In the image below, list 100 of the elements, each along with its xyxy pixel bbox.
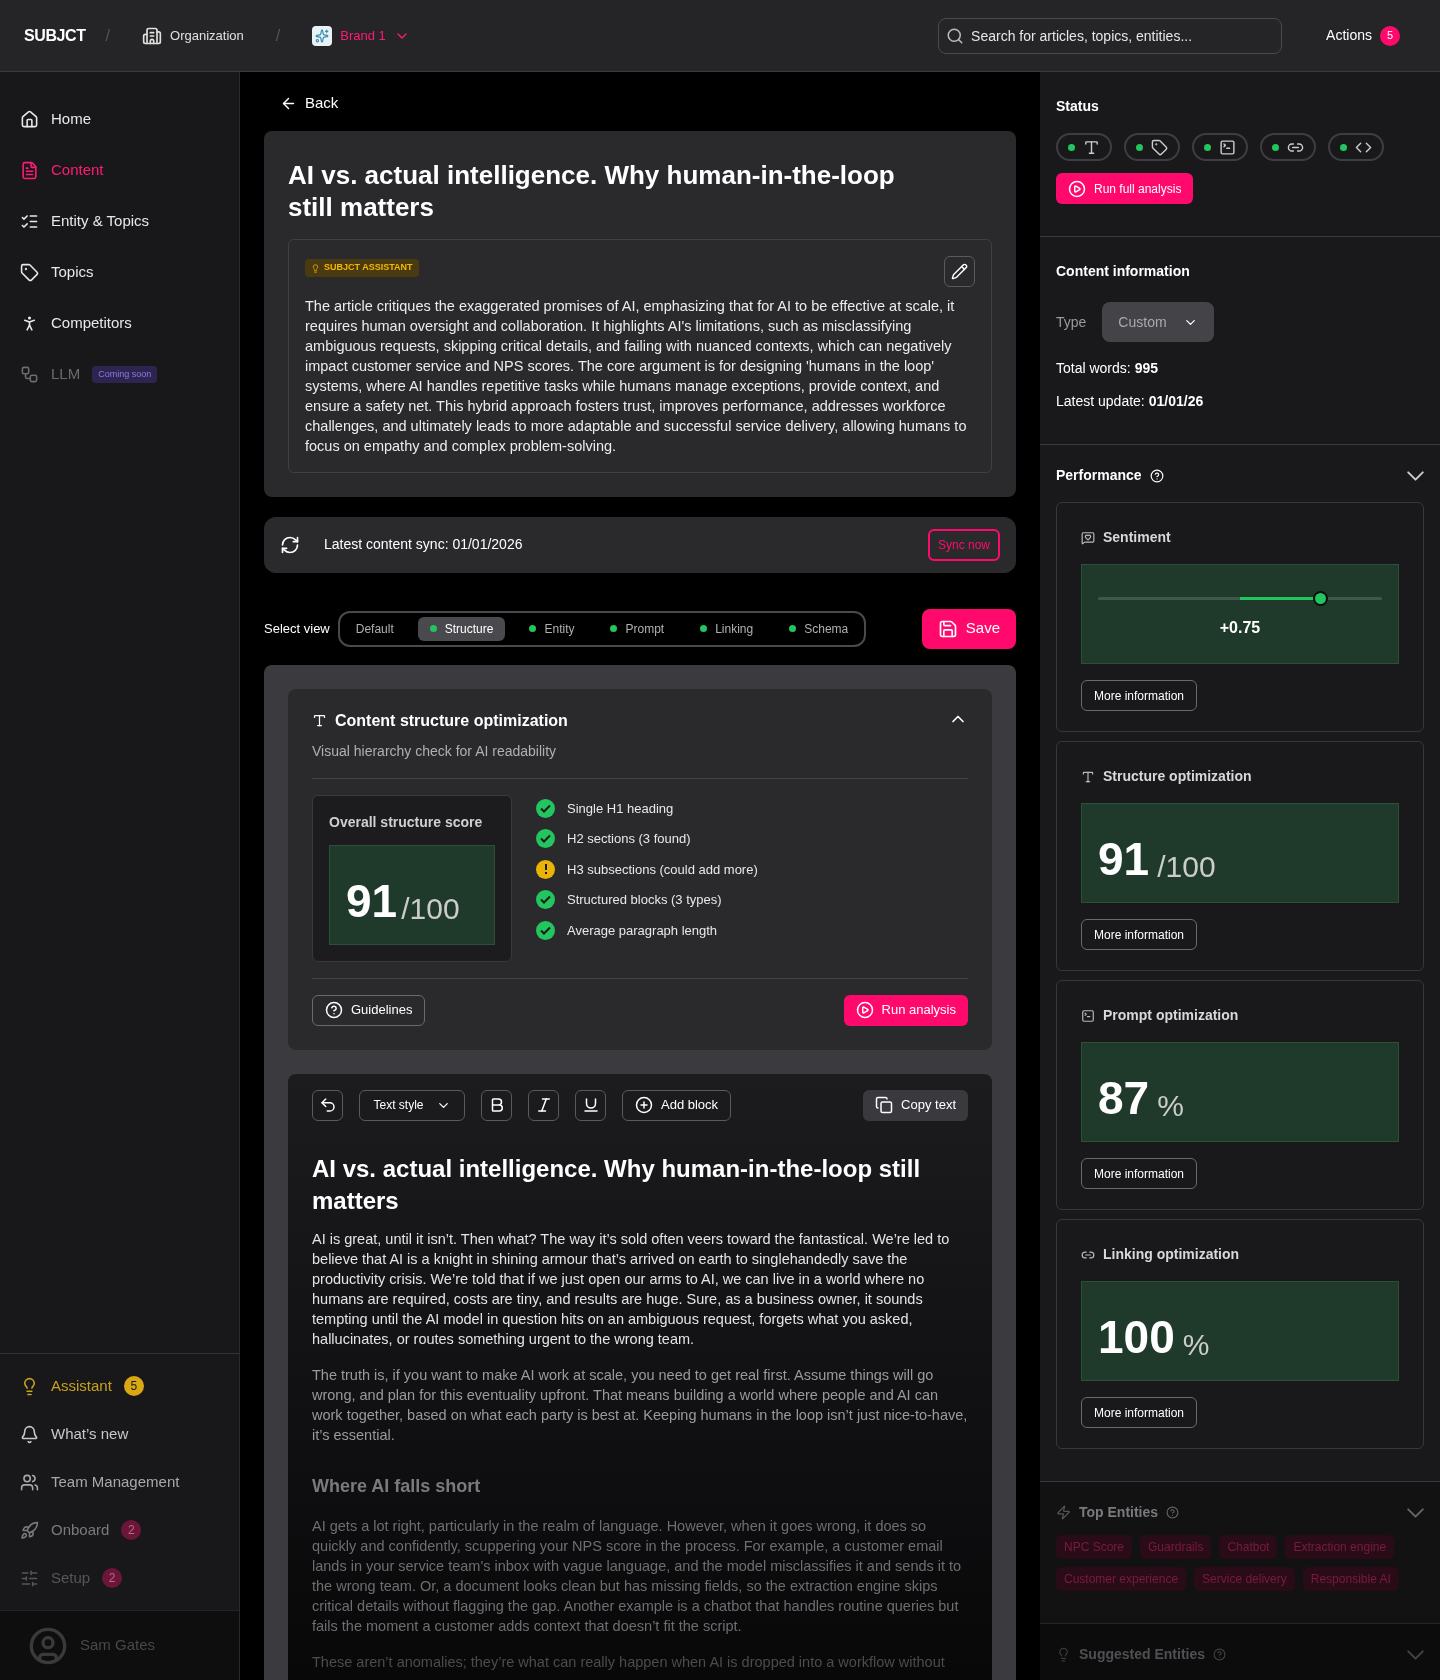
nav-item[interactable]: Topics: [0, 249, 239, 296]
expand-button[interactable]: [1407, 1507, 1424, 1518]
help-icon: [1166, 1506, 1180, 1519]
view-tab[interactable]: Default: [343, 616, 406, 641]
play-icon: [1068, 179, 1086, 198]
guidelines-button[interactable]: Guidelines: [312, 994, 426, 1026]
status-chip[interactable]: [1056, 133, 1112, 161]
terminal-icon: [1219, 138, 1236, 156]
rocket-icon: [20, 1520, 39, 1540]
type-dropdown[interactable]: Custom: [1102, 302, 1214, 342]
undo-button[interactable]: [312, 1089, 343, 1121]
document-icon: [20, 161, 39, 180]
score-unit: %: [1157, 1091, 1184, 1121]
more-information-button[interactable]: More information: [1081, 1397, 1198, 1428]
entity-tag: Guardrails: [1140, 1535, 1212, 1559]
collapse-button[interactable]: [1407, 470, 1424, 481]
status-chip[interactable]: [1124, 133, 1180, 161]
help-icon: [1213, 1648, 1227, 1661]
article-heading: Where AI falls short: [312, 1474, 482, 1498]
check-label: Average paragraph length: [567, 921, 718, 940]
entity-tag: Service delivery: [1194, 1567, 1295, 1591]
performance-title: Performance: [1056, 466, 1142, 485]
check-label: Single H1 heading: [567, 799, 674, 818]
view-tab[interactable]: Prompt: [598, 616, 677, 641]
update-label: Latest update:: [1056, 392, 1145, 411]
lightbulb-icon: [1056, 1647, 1071, 1662]
entity-tag: Chatbot: [1219, 1535, 1278, 1559]
nav-item[interactable]: Competitors: [0, 300, 239, 347]
score-unit: /100: [1157, 852, 1216, 882]
nav-item[interactable]: Onboard 2: [0, 1506, 239, 1554]
words-label: Total words:: [1056, 359, 1131, 378]
text-style-dropdown[interactable]: Text style: [359, 1089, 465, 1121]
more-information-button[interactable]: More information: [1081, 1158, 1198, 1189]
summary-text: The article critiques the exaggerated promises of AI, emphasizing that for AI to be effective at scale, it requires human oversight and collaboration. It highlights AI's limitations, such as misclassifying ambiguous requests, skipping critical details, and failing with nuanced contexts, which can negatively impact customer service and NPS scores. The core argument is for designing 'humans in the loop' systems, where AI handles repetitive tasks while humans manage exceptions, provide context, and ensure a safety net. This hybrid approach fosters trust, improves performance, addresses workforce challenges, and ultimately leads to more adaptable and successful service delivery, allowing humans to focus on empathy and complex problem-solving.: [305, 296, 968, 456]
heart-chat-icon: [1081, 530, 1095, 545]
status-title: Status: [1056, 97, 1100, 116]
run-full-analysis-button[interactable]: Run full analysis: [1056, 173, 1194, 204]
people-icon: [20, 1472, 39, 1492]
view-tab[interactable]: Linking: [688, 616, 766, 641]
status-chip[interactable]: [1260, 133, 1316, 161]
view-tab[interactable]: Entity: [517, 616, 587, 641]
metric-title: Linking optimization: [1103, 1245, 1240, 1264]
breadcrumb-separator: /: [105, 25, 111, 46]
run-analysis-button[interactable]: Run analysis: [843, 994, 968, 1026]
more-information-button[interactable]: More information: [1081, 919, 1198, 950]
check-label: H2 sections (3 found): [567, 830, 691, 848]
count-badge: 5: [1380, 25, 1400, 46]
sync-now-button[interactable]: Sync now: [927, 528, 1000, 561]
underline-button[interactable]: [575, 1089, 606, 1121]
text-square-icon: [312, 713, 327, 728]
status-chip[interactable]: [1192, 133, 1248, 161]
chevron-down-icon: [1407, 470, 1424, 481]
nav-item[interactable]: Team Management: [0, 1458, 239, 1506]
count-badge: 2: [121, 1520, 142, 1540]
score-value: 87: [1098, 1075, 1150, 1121]
user-name: Sam Gates: [80, 1635, 156, 1656]
search-field[interactable]: Search for articles, topics, entities...: [938, 17, 1283, 54]
underline-icon: [581, 1096, 600, 1114]
score-value: 100: [1098, 1314, 1175, 1360]
brand-dropdown[interactable]: Brand 1: [312, 25, 410, 46]
article-paragraph: AI is great, until it isn’t. Then what? The way it’s sold often veers toward the fantastical. We’re led to believe that AI is a knight in shining armour that’s arrived on earth to singlehandedly save the productivity crisis. We’re told that if we just open our arms to AI, we can live in a world where no humans are required, costs are tiny, and results are huge. Sure, as a business owner, it sounds tempting until the AI model in question hits on an ambiguous request, forgets what you asked, hallucinates, or routes something urgent to the wrong team.: [312, 1229, 951, 1349]
undo-icon: [318, 1096, 337, 1114]
more-information-button[interactable]: More information: [1081, 680, 1198, 711]
assistant-badge: SUBJCT ASSISTANT: [305, 259, 419, 277]
nav-item[interactable]: Home: [0, 96, 239, 143]
back-link[interactable]: Back: [264, 92, 355, 115]
refresh-icon: [280, 534, 300, 555]
bold-button[interactable]: [481, 1089, 512, 1121]
italic-button[interactable]: [528, 1089, 559, 1121]
score-unit: %: [1182, 1330, 1210, 1360]
article-paragraph: The truth is, if you want to make AI work at scale, you need to get real first. Assume things will go wrong, and plan for this eventuality upfront. That means building a world where people and AI can work together, based on what each party is best at. Keeping humans in the loop isn’t just nice-to-have, it’s essential.: [312, 1365, 968, 1445]
organization-link[interactable]: Organization: [142, 25, 244, 46]
network-icon: [20, 365, 39, 384]
copy-text-button[interactable]: Copy text: [863, 1089, 968, 1121]
status-chip[interactable]: [1328, 133, 1384, 161]
count-badge: 2: [102, 1568, 123, 1588]
view-tab[interactable]: Structure: [417, 616, 506, 641]
help-icon: [325, 1001, 343, 1019]
text-square-icon: [1083, 138, 1100, 156]
view-tab[interactable]: Schema: [777, 616, 861, 641]
save-button[interactable]: Save: [921, 608, 1016, 649]
actions-button[interactable]: Actions 5: [1326, 25, 1400, 46]
lightning-icon: [1056, 1505, 1071, 1520]
play-icon: [855, 1001, 874, 1019]
type-label: Type: [1056, 312, 1087, 332]
check-label: Structured blocks (3 types): [567, 891, 722, 909]
nav-item[interactable]: What’s new: [0, 1410, 239, 1458]
nav-item[interactable]: Entity & Topics: [0, 198, 239, 245]
nav-item[interactable]: Content: [0, 147, 239, 194]
score-value: 91: [346, 877, 398, 924]
logo[interactable]: SUBJCT: [24, 23, 86, 48]
slider-thumb[interactable]: [1312, 591, 1328, 606]
article-title: AI vs. actual intelligence. Why human-in-the-loop still matters: [288, 158, 896, 223]
article-paragraph: AI gets a lot right, particularly in the realm of language. However, when it goes wrong, it does so quickly and confidently, scuppering your NPS score in the process. For example, a customer email lands in your service team's inbox with vague language, and the model misclassifies it and sends it to the wrong team. Or, a document looks clean but has missing fields, so the extraction engine skips critical details without flagging the gap. Another example is a chatbot that handles routine queries but fails the moment a customer adds context that doesn’t fit the script.: [312, 1516, 963, 1636]
metric-title: Prompt optimization: [1103, 1006, 1239, 1025]
add-block-button[interactable]: Add block: [622, 1089, 732, 1121]
edit-button[interactable]: [944, 255, 975, 287]
nav-item[interactable]: Assistant 5: [0, 1362, 239, 1410]
breadcrumb-separator: /: [275, 25, 281, 46]
copy-icon: [875, 1096, 894, 1114]
